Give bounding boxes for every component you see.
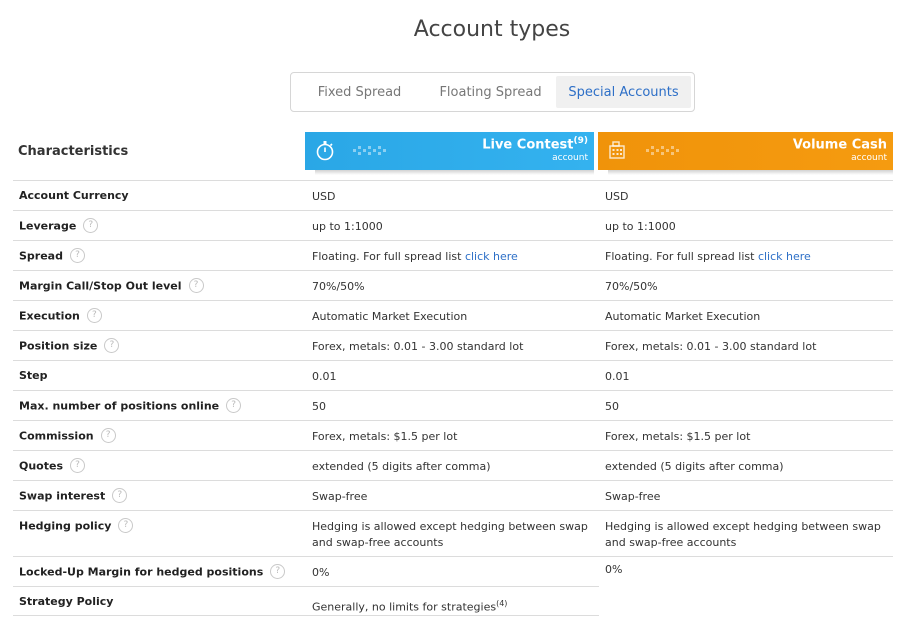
row-label: Execution? [19,308,102,324]
dots-pattern-icon [353,146,386,155]
help-icon[interactable]: ? [118,518,134,533]
live-contest-value: 50 [312,400,326,413]
table-row: Position size? Forex, metals: 0.01 - 3.0… [13,330,893,360]
volume-cash-value: extended (5 digits after comma) [605,460,784,473]
help-icon[interactable]: ? [112,488,128,503]
table-row: Quotes? extended (5 digits after comma) … [13,450,893,480]
stopwatch-icon [316,141,334,161]
volume-cash-value: Hedging is allowed except hedging betwee… [605,520,881,549]
row-label: Locked-Up Margin for hedged positions? [19,564,286,580]
volume-cash-value: Floating. For full spread list click her… [605,250,811,263]
table-row: Strategy Policy Generally, no limits for… [13,586,893,617]
tab-fixed-spread[interactable]: Fixed Spread [294,76,425,108]
volume-cash-value: USD [605,190,629,203]
help-icon[interactable]: ? [100,428,116,443]
live-contest-value: Forex, metals: 0.01 - 3.00 standard lot [312,340,524,353]
live-contest-value: up to 1:1000 [312,220,383,233]
volume-cash-value: 70%/50% [605,280,658,293]
help-icon[interactable]: ? [104,338,120,353]
help-icon[interactable]: ? [226,398,242,413]
help-icon[interactable]: ? [270,564,286,579]
live-contest-value: Forex, metals: $1.5 per lot [312,430,458,443]
row-label: Account Currency [19,189,129,202]
table-row: Hedging policy? Hedging is allowed excep… [13,510,893,556]
row-label: Strategy Policy [19,595,114,608]
live-contest-value: Hedging is allowed except hedging betwee… [312,520,588,549]
building-icon [609,141,625,159]
row-label: Margin Call/Stop Out level? [19,278,204,294]
help-icon[interactable]: ? [69,248,85,263]
tab-special-accounts[interactable]: Special Accounts [556,76,692,108]
spread-list-link[interactable]: click here [758,250,811,263]
live-contest-value: Generally, no limits for strategies(4) [312,599,508,614]
table-row: Execution? Automatic Market Execution Au… [13,300,893,330]
tab-floating-spread[interactable]: Floating Spread [425,76,556,108]
table-row: Leverage? up to 1:1000 up to 1:1000 [13,210,893,240]
volume-cash-value: Automatic Market Execution [605,310,761,323]
row-label: Swap interest? [19,488,128,504]
live-contest-value: Automatic Market Execution [312,310,468,323]
account-header-volume-cash: Volume Cash account [598,132,893,175]
volume-cash-value: 50 [605,400,619,413]
volume-cash-value: up to 1:1000 [605,220,676,233]
live-contest-value: USD [312,190,336,203]
row-label: Commission? [19,428,116,444]
account-comparison-table: Account Currency USD USD Leverage? up to… [13,180,893,617]
live-contest-value: 70%/50% [312,280,365,293]
account-header-live-contest: Live Contest(9) account [305,132,594,175]
account-subtitle: account [552,153,588,163]
table-row: Locked-Up Margin for hedged positions? 0… [13,556,893,586]
live-contest-value: extended (5 digits after comma) [312,460,491,473]
live-contest-value: Swap-free [312,490,368,503]
table-row: Swap interest? Swap-free Swap-free [13,480,893,510]
live-contest-value: Floating. For full spread list click her… [312,250,518,263]
dots-pattern-icon [646,146,679,155]
table-row: Step 0.01 0.01 [13,360,893,390]
volume-cash-value: 0.01 [605,370,630,383]
volume-cash-value: Swap-free [605,490,661,503]
account-subtitle: account [851,153,887,163]
table-row: Account Currency USD USD [13,180,893,210]
table-row: Spread? Floating. For full spread list c… [13,240,893,270]
volume-cash-value: Forex, metals: $1.5 per lot [605,430,751,443]
row-label: Spread? [19,248,85,264]
table-row: Max. number of positions online? 50 50 [13,390,893,420]
help-icon[interactable]: ? [86,308,102,323]
table-row: Commission? Forex, metals: $1.5 per lot … [13,420,893,450]
account-name-volume-cash: Volume Cash [792,137,887,153]
spread-list-link[interactable]: click here [465,250,518,263]
account-name-live-contest: Live Contest(9) [482,136,588,153]
help-icon[interactable]: ? [188,278,204,293]
volume-cash-value: Forex, metals: 0.01 - 3.00 standard lot [605,340,817,353]
row-label: Step [19,369,48,382]
row-label: Position size? [19,338,120,354]
live-contest-value: 0% [312,566,330,579]
row-label: Max. number of positions online? [19,398,242,414]
help-icon[interactable]: ? [83,218,99,233]
row-label: Quotes? [19,458,86,474]
volume-cash-empty-cell [599,586,893,617]
live-contest-value: 0.01 [312,370,337,383]
row-label: Hedging policy? [19,518,134,534]
account-type-tabs: Fixed Spread Floating Spread Special Acc… [290,72,695,112]
table-row: Margin Call/Stop Out level? 70%/50% 70%/… [13,270,893,300]
characteristics-heading: Characteristics [18,144,129,159]
volume-cash-value: 0% [605,563,623,576]
row-label: Leverage? [19,218,99,234]
help-icon[interactable]: ? [70,458,86,473]
page-title: Account types [413,17,571,42]
